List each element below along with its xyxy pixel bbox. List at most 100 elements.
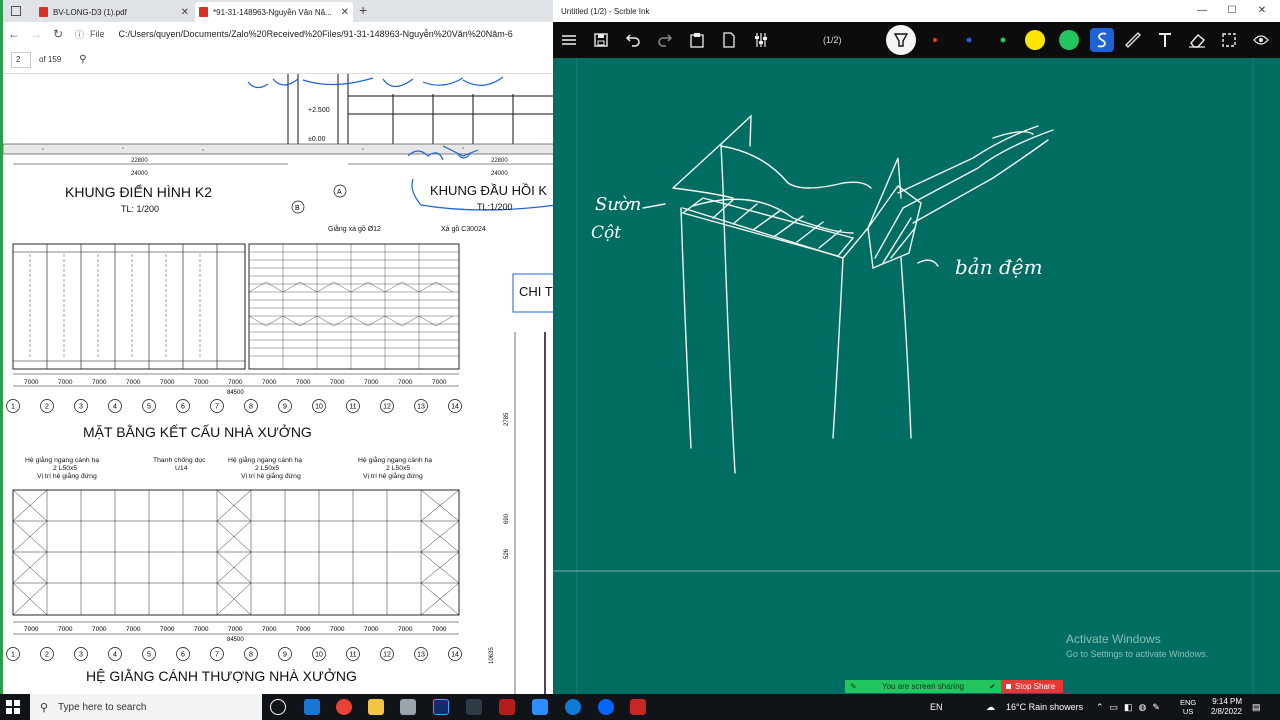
grid-axis-label: 5 bbox=[147, 404, 151, 411]
redo-icon[interactable] bbox=[653, 22, 677, 58]
new-tab-button[interactable]: + bbox=[359, 2, 367, 18]
edge-icon[interactable] bbox=[565, 699, 581, 715]
tab-active-document[interactable]: *91-31-148963-Nguyễn Văn Nă... ✕ bbox=[195, 2, 353, 22]
pdf-icon bbox=[39, 7, 48, 17]
ime-indicator[interactable]: ENG US bbox=[1180, 694, 1196, 720]
ruler-icon[interactable] bbox=[1121, 22, 1145, 58]
color-blue-dot[interactable] bbox=[959, 22, 979, 58]
dim-span-label: 7000 bbox=[160, 379, 175, 386]
access-icon[interactable] bbox=[630, 699, 646, 715]
label-u14: U14 bbox=[175, 465, 188, 472]
grid-axis-label: 14 bbox=[451, 404, 459, 411]
activate-title: Activate Windows bbox=[1066, 632, 1161, 646]
file-explorer-icon[interactable] bbox=[368, 699, 384, 715]
search-icon[interactable]: ⚲ bbox=[79, 54, 86, 65]
notification-icon[interactable]: ▤ bbox=[1252, 694, 1261, 720]
maximize-icon[interactable]: ☐ bbox=[1217, 0, 1247, 22]
weather-icon[interactable]: ☁ bbox=[986, 694, 995, 720]
ink-canvas[interactable]: Sườn Cột bản đệm bbox=[553, 58, 1280, 694]
label-angle-3: 2 L50x5 bbox=[386, 465, 410, 472]
close-icon[interactable]: ✕ bbox=[341, 7, 349, 18]
settings-sliders-icon[interactable] bbox=[749, 22, 773, 58]
dim-span-label: 7000 bbox=[296, 626, 311, 633]
forward-icon[interactable]: → bbox=[25, 27, 47, 41]
save-icon[interactable] bbox=[589, 22, 613, 58]
page-icon[interactable] bbox=[717, 22, 741, 58]
label-vi-tri-1: Vị trí hệ giằng đứng bbox=[37, 471, 97, 480]
system-tray-icons[interactable]: ⌃▭◧◍✎ bbox=[1096, 694, 1166, 720]
zoom-icon[interactable] bbox=[532, 699, 548, 715]
reload-icon[interactable]: ↻ bbox=[47, 27, 69, 41]
title-he-giang: HỆ GIẰNG CÁNH THƯỢNG NHÀ XƯỞNG bbox=[86, 667, 357, 684]
grid-axis-label: 7 bbox=[215, 652, 219, 659]
grid-axis-label: 11 bbox=[349, 652, 356, 659]
dim-span-label: 7000 bbox=[228, 626, 243, 633]
activate-subtitle: Go to Settings to activate Windows. bbox=[1066, 649, 1209, 659]
grid-axis-label: 10 bbox=[315, 404, 323, 411]
label-xa-go: Xà gồ C30024 bbox=[441, 224, 486, 233]
address-bar: ← → ↻ ⓘ File C:/Users/quyen/Documents/Za… bbox=[3, 22, 553, 46]
label-angle-1: 2 L50x5 bbox=[53, 465, 77, 472]
undo-icon[interactable] bbox=[621, 22, 645, 58]
photoshop-icon[interactable] bbox=[433, 699, 449, 715]
color-green-dot[interactable] bbox=[993, 22, 1013, 58]
task-view-icon[interactable] bbox=[270, 699, 286, 715]
grid-axis-label: 2 bbox=[45, 404, 49, 411]
zalo-icon[interactable] bbox=[598, 699, 614, 715]
input-language[interactable]: EN bbox=[930, 694, 943, 720]
menu-icon[interactable] bbox=[557, 22, 581, 58]
close-icon[interactable]: ✕ bbox=[181, 7, 189, 18]
color-yellow-swatch[interactable] bbox=[1023, 22, 1047, 58]
eraser-icon[interactable] bbox=[1185, 22, 1209, 58]
grid-axis-label: 7 bbox=[215, 404, 219, 411]
dim-span-label: 7000 bbox=[58, 379, 73, 386]
dim-span-label: 7000 bbox=[92, 626, 107, 633]
app-icon[interactable] bbox=[400, 699, 416, 715]
ink-title-bar: Untitled (1/2) - Scrble Ink — ☐ ✕ bbox=[553, 0, 1280, 22]
scale-k2: TL: 1/200 bbox=[121, 204, 159, 214]
windows-start-icon[interactable] bbox=[6, 700, 20, 714]
autocad-icon[interactable] bbox=[499, 699, 515, 715]
grid-axis-label: 4 bbox=[113, 652, 117, 659]
selection-icon[interactable] bbox=[1217, 22, 1241, 58]
paste-icon[interactable] bbox=[685, 22, 709, 58]
back-icon[interactable]: ← bbox=[3, 27, 25, 41]
total-length-1: 84500 bbox=[227, 390, 244, 396]
grid-axis-label: 11 bbox=[349, 404, 356, 411]
settings-gear-icon[interactable] bbox=[466, 699, 482, 715]
close-window-icon[interactable]: ✕ bbox=[1247, 0, 1277, 22]
tab-bv-long[interactable]: BV-LONG-D3 (1).pdf ✕ bbox=[35, 2, 193, 22]
color-red-dot[interactable] bbox=[925, 22, 945, 58]
dim-span-label: 7000 bbox=[24, 379, 39, 386]
label-thanh-chong: Thanh chống dọc bbox=[153, 455, 206, 464]
url-input[interactable]: C:/Users/quyen/Documents/Zalo%20Received… bbox=[119, 29, 513, 39]
tab-label: *91-31-148963-Nguyễn Văn Nă... bbox=[213, 7, 332, 17]
dim-2785: 2785 bbox=[504, 412, 510, 426]
smart-ink-icon[interactable] bbox=[1089, 22, 1115, 58]
weather-text[interactable]: 16°C Rain showers bbox=[1006, 694, 1083, 720]
sharing-status[interactable]: ✎ You are screen sharing ✔ bbox=[845, 680, 1001, 693]
stop-share-button[interactable]: Stop Share bbox=[1001, 680, 1063, 693]
dim-span-label: 7000 bbox=[296, 379, 311, 386]
minimize-icon[interactable]: — bbox=[1187, 0, 1217, 22]
grid-b-label: B bbox=[295, 205, 300, 212]
stop-share-label: Stop Share bbox=[1015, 682, 1056, 691]
view-icon[interactable] bbox=[1249, 22, 1273, 58]
tab-actions-icon[interactable] bbox=[11, 6, 21, 16]
dim-span-label: 7000 bbox=[160, 626, 175, 633]
highlighter-pen-icon[interactable] bbox=[885, 22, 917, 58]
color-green-swatch[interactable] bbox=[1057, 22, 1081, 58]
dim-690: 690 bbox=[504, 513, 510, 524]
grid-axis-label: 12 bbox=[383, 652, 391, 659]
chrome-icon[interactable] bbox=[336, 699, 352, 715]
taskbar-search-input[interactable]: ⚲ Type here to search bbox=[30, 694, 262, 720]
clock[interactable]: 9:14 PM 2/8/2022 bbox=[1206, 694, 1242, 720]
sharing-label: You are screen sharing bbox=[882, 682, 964, 691]
text-tool-icon[interactable] bbox=[1153, 22, 1177, 58]
page-number-input[interactable]: 2 bbox=[11, 51, 31, 68]
page-indicator[interactable]: (1/2) bbox=[823, 22, 842, 58]
grid-axis-label: 5 bbox=[147, 652, 151, 659]
title-khung-k2: KHUNG ĐIỂN HÌNH K2 bbox=[65, 183, 212, 200]
pdf-browser-window: BV-LONG-D3 (1).pdf ✕ *91-31-148963-Nguyễ… bbox=[0, 0, 553, 694]
mail-icon[interactable] bbox=[304, 699, 320, 715]
